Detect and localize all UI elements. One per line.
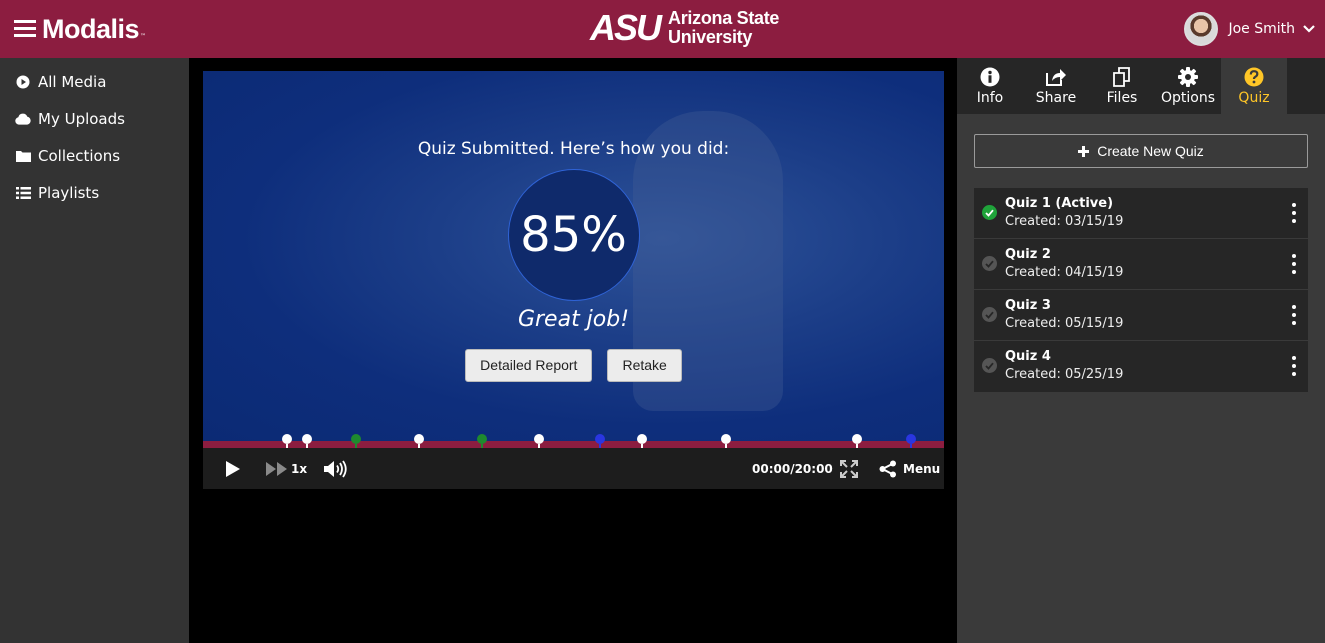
top-bar: Modalis ™ ASU Arizona State University J… [0,0,1325,58]
quiz-name: Quiz 1 (Active) [1005,196,1114,211]
quiz-marker[interactable] [476,434,487,448]
sidebar-item-label: Playlists [38,183,100,202]
list-item[interactable]: Quiz 3 Created: 05/15/19 [974,290,1308,341]
play-circle-icon [15,75,31,89]
university-name-line1: Arizona State [668,8,780,28]
quiz-marker[interactable] [351,434,362,448]
brand: Modalis ™ [14,14,146,44]
create-new-quiz-button[interactable]: Create New Quiz [974,134,1308,168]
tab-label: Options [1160,90,1216,106]
quiz-marker[interactable] [414,434,425,448]
more-options-icon[interactable] [1292,305,1296,325]
user-menu[interactable]: Joe Smith [1184,12,1315,46]
tab-options[interactable]: Options [1155,58,1221,114]
score-value: 85% [520,207,627,263]
university-name-line2: University [668,27,753,47]
more-options-icon[interactable] [1292,356,1296,376]
player-area: Quiz Submitted. Here’s how you did: 85% … [189,58,957,643]
sidebar-item-label: Collections [38,146,121,165]
university-logo: ASU Arizona State University [590,9,779,47]
more-options-icon[interactable] [1292,203,1296,223]
sidebar-item-label: My Uploads [38,109,125,128]
quiz-marker[interactable] [595,434,606,448]
player-menu-label: Menu [903,461,941,476]
list-item[interactable]: Quiz 1 (Active) Created: 03/15/19 [974,188,1308,239]
quiz-marker[interactable] [534,434,545,448]
play-icon[interactable] [225,448,241,489]
share-nodes-icon [879,460,897,478]
share-icon [1045,66,1067,88]
quiz-created-date: Created: 05/25/19 [1005,367,1124,382]
info-icon [980,66,1000,88]
list-icon [15,186,31,199]
sidebar: All Media My Uploads Collections Playlis… [0,58,189,643]
check-circle-icon [982,307,997,322]
quiz-name: Quiz 3 [1005,298,1051,313]
tab-label: Share [1035,90,1077,106]
quiz-name: Quiz 2 [1005,247,1051,262]
sidebar-item-all-media[interactable]: All Media [0,63,189,100]
tab-label: Quiz [1238,90,1270,106]
sidebar-item-label: All Media [38,72,107,91]
plus-icon [1078,145,1090,157]
quiz-marker[interactable] [281,434,292,448]
brand-trademark: ™ [140,32,147,40]
user-name[interactable]: Joe Smith [1228,21,1295,37]
tab-share[interactable]: Share [1023,58,1089,114]
score-circle: 85% [507,169,640,301]
check-circle-icon [982,358,997,373]
tab-info[interactable]: Info [957,58,1023,114]
sidebar-item-collections[interactable]: Collections [0,137,189,174]
folder-icon [15,150,31,162]
quiz-created-date: Created: 04/15/19 [1005,265,1124,280]
tab-label: Files [1106,90,1138,106]
create-new-quiz-label: Create New Quiz [1097,143,1204,159]
fast-forward-icon[interactable] [265,448,289,489]
player-menu[interactable]: Menu [879,448,940,489]
score-message: Great job! [517,307,630,332]
quiz-marker[interactable] [637,434,648,448]
progress-bar[interactable] [203,434,944,448]
quiz-marker[interactable] [721,434,732,448]
quiz-list: Quiz 1 (Active) Created: 03/15/19 Quiz 2… [974,188,1308,392]
quiz-marker[interactable] [851,434,862,448]
video-frame[interactable]: Quiz Submitted. Here’s how you did: 85% … [203,71,944,443]
tab-label: Info [976,90,1004,106]
cloud-icon [15,113,31,125]
files-icon [1112,66,1132,88]
quiz-created-date: Created: 05/15/19 [1005,316,1124,331]
playback-speed[interactable]: 1x [291,448,307,489]
fullscreen-icon[interactable] [840,448,858,489]
avatar[interactable] [1184,12,1219,46]
more-options-icon[interactable] [1292,254,1296,274]
asu-mark: ASU [590,7,662,48]
quiz-result-title: Quiz Submitted. Here’s how you did: [417,139,730,159]
quiz-created-date: Created: 03/15/19 [1005,214,1124,229]
player-controls: 1x 00:00/20:00 Menu [203,448,944,489]
chevron-down-icon[interactable] [1303,21,1315,37]
check-circle-icon [982,205,997,220]
sidebar-item-playlists[interactable]: Playlists [0,174,189,211]
quiz-result-overlay: Quiz Submitted. Here’s how you did: 85% … [203,71,944,382]
quiz-name: Quiz 4 [1005,349,1051,364]
list-item[interactable]: Quiz 2 Created: 04/15/19 [974,239,1308,290]
hamburger-menu-icon[interactable] [14,20,36,38]
quiz-marker[interactable] [906,434,917,448]
gear-icon [1178,66,1198,88]
sidebar-item-my-uploads[interactable]: My Uploads [0,100,189,137]
retake-button[interactable]: Retake [607,349,682,382]
check-circle-icon [982,256,997,271]
tab-quiz[interactable]: Quiz [1221,58,1287,114]
brand-logo[interactable]: Modalis [42,14,140,44]
quiz-marker[interactable] [301,434,312,448]
detailed-report-button[interactable]: Detailed Report [465,349,593,382]
right-panel: Info Share Files Options Quiz Create New… [957,58,1325,643]
question-icon [1244,66,1264,88]
tab-files[interactable]: Files [1089,58,1155,114]
volume-icon[interactable] [323,448,349,489]
time-display: 00:00/20:00 [752,461,833,476]
panel-tabs: Info Share Files Options Quiz [957,58,1325,114]
list-item[interactable]: Quiz 4 Created: 05/25/19 [974,341,1308,392]
